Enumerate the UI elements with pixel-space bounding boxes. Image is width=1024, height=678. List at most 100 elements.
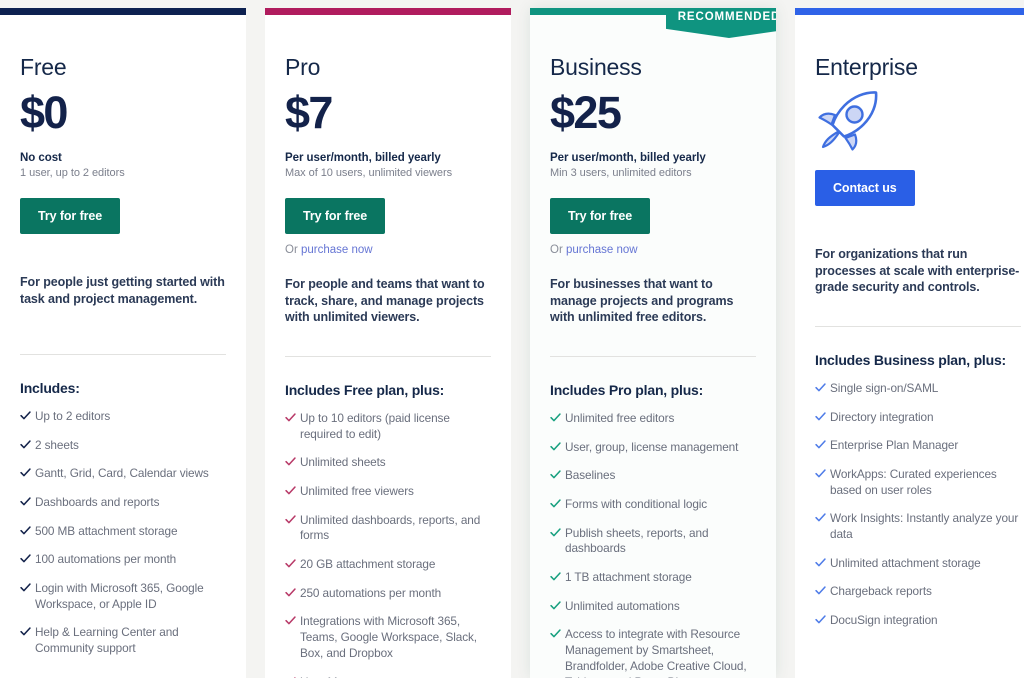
check-icon (815, 512, 826, 523)
plan-cta-area: Try for free Or purchase now (285, 198, 491, 256)
plan-description: For people just getting started with tas… (20, 275, 225, 306)
purchase-now-link[interactable]: purchase now (301, 244, 373, 256)
feature-item: Up to 2 editors (20, 409, 226, 425)
price-note: No cost (20, 152, 62, 165)
feature-item: Unlimited free viewers (285, 484, 491, 500)
purchase-now-prefix: Or (285, 244, 301, 257)
plan-name: Enterprise (815, 54, 918, 80)
check-icon (20, 582, 31, 593)
feature-list: Single sign-on/SAML Directory integratio… (815, 381, 1021, 629)
plan-description: For people and teams that want to track,… (285, 277, 485, 325)
plan-cta-button[interactable]: Try for free (550, 198, 651, 235)
feature-label: Publish sheets, reports, and dashboards (565, 525, 709, 556)
purchase-now-line: Or purchase now (550, 244, 756, 256)
check-icon (285, 412, 296, 423)
check-icon (815, 557, 826, 568)
feature-label: Gantt, Grid, Card, Calendar views (35, 466, 209, 481)
check-icon (20, 410, 31, 421)
plan-divider (550, 356, 756, 358)
feature-item: Help & Learning Center and Community sup… (20, 625, 226, 656)
feature-label: Forms with conditional logic (565, 497, 708, 512)
check-icon (815, 411, 826, 422)
check-icon (20, 626, 31, 637)
plan-price: $25 (550, 87, 622, 138)
feature-label: Single sign-on/SAML (830, 380, 939, 395)
check-icon (285, 485, 296, 496)
feature-item: Unlimited free editors (550, 411, 756, 427)
plan-description: For organizations that run processes at … (815, 247, 1020, 295)
plan-cta-button[interactable]: Try for free (285, 198, 386, 235)
feature-label: Access to integrate with Resource Manage… (565, 627, 747, 678)
feature-item: Publish sheets, reports, and dashboards (550, 526, 756, 557)
check-icon (550, 498, 561, 509)
feature-item: Unlimited attachment storage (815, 556, 1021, 572)
plan-card-free: Free $0 No cost 1 user, up to 2 editors … (0, 8, 246, 678)
plan-cta-area: Contact us (815, 170, 1021, 226)
feature-item: Access to integrate with Resource Manage… (550, 627, 756, 678)
plan-cta-button[interactable]: Contact us (815, 170, 915, 206)
feature-list: Unlimited free editors User, group, lice… (550, 411, 756, 678)
feature-label: Up to 10 editors (paid license required … (300, 410, 450, 441)
check-icon (815, 585, 826, 596)
check-icon (550, 412, 561, 423)
feature-item: WorkApps: Curated experiences based on u… (815, 467, 1021, 498)
plan-price: $0 (20, 87, 68, 138)
purchase-now-prefix: Or (550, 244, 566, 257)
feature-label: Unlimited dashboards, reports, and forms (300, 512, 481, 543)
feature-label: DocuSign integration (830, 613, 938, 628)
plan-accent-bar (265, 8, 511, 15)
feature-list: Up to 10 editors (paid license required … (285, 411, 491, 678)
pricing-plans-grid: Free $0 No cost 1 user, up to 2 editors … (0, 0, 1024, 678)
feature-list: Up to 2 editors 2 sheets Gantt, Grid, Ca… (20, 409, 226, 657)
check-icon (550, 628, 561, 639)
feature-label: Unlimited free viewers (300, 484, 414, 499)
feature-item: 500 MB attachment storage (20, 524, 226, 540)
price-note: Per user/month, billed yearly (550, 152, 706, 165)
feature-label: 250 automations per month (300, 585, 442, 600)
feature-item: Unlimited dashboards, reports, and forms (285, 513, 491, 544)
feature-label: Baselines (565, 468, 616, 483)
includes-title: Includes: (20, 380, 80, 397)
feature-item: User Management (285, 675, 491, 678)
feature-label: Directory integration (830, 409, 934, 424)
plan-name: Pro (285, 54, 321, 80)
feature-label: Integrations with Microsoft 365, Teams, … (300, 614, 477, 660)
check-icon (20, 496, 31, 507)
plan-divider (285, 356, 491, 358)
check-icon (285, 558, 296, 569)
check-icon (285, 456, 296, 467)
plan-cta-button[interactable]: Try for free (20, 198, 121, 235)
feature-item: Integrations with Microsoft 365, Teams, … (285, 614, 491, 661)
includes-title: Includes Free plan, plus: (285, 382, 445, 399)
feature-label: Chargeback reports (830, 584, 932, 599)
plan-accent-bar (0, 8, 246, 15)
feature-item: Unlimited automations (550, 599, 756, 615)
feature-item: Forms with conditional logic (550, 497, 756, 513)
plan-card-business: RECOMMENDED Business $25 Per user/month,… (530, 8, 776, 678)
feature-label: Dashboards and reports (35, 495, 160, 510)
feature-label: Unlimited free editors (565, 410, 675, 425)
feature-label: Login with Microsoft 365, Google Workspa… (35, 581, 204, 611)
feature-item: Work Insights: Instantly analyze your da… (815, 511, 1021, 542)
check-icon (20, 553, 31, 564)
plan-price: $7 (285, 87, 333, 138)
feature-item: 100 automations per month (20, 552, 226, 568)
feature-item: Login with Microsoft 365, Google Workspa… (20, 581, 226, 612)
plan-divider (815, 326, 1021, 327)
feature-item: Directory integration (815, 410, 1021, 426)
check-icon (550, 600, 561, 611)
check-icon (20, 467, 31, 478)
feature-item: Up to 10 editors (paid license required … (285, 411, 491, 442)
check-icon (815, 614, 826, 625)
purchase-now-link[interactable]: purchase now (566, 244, 638, 256)
check-icon (20, 439, 31, 450)
feature-label: Enterprise Plan Manager (830, 438, 959, 453)
feature-label: User Management (300, 675, 396, 678)
price-note: Per user/month, billed yearly (285, 152, 441, 165)
feature-item: Baselines (550, 468, 756, 484)
check-icon (285, 615, 296, 626)
plan-card-enterprise: Enterprise Contact us For organizations … (795, 8, 1024, 678)
plan-description: For businesses that want to manage proje… (550, 277, 734, 325)
price-sub: Min 3 users, unlimited editors (550, 167, 692, 180)
includes-title: Includes Business plan, plus: (815, 352, 1007, 368)
